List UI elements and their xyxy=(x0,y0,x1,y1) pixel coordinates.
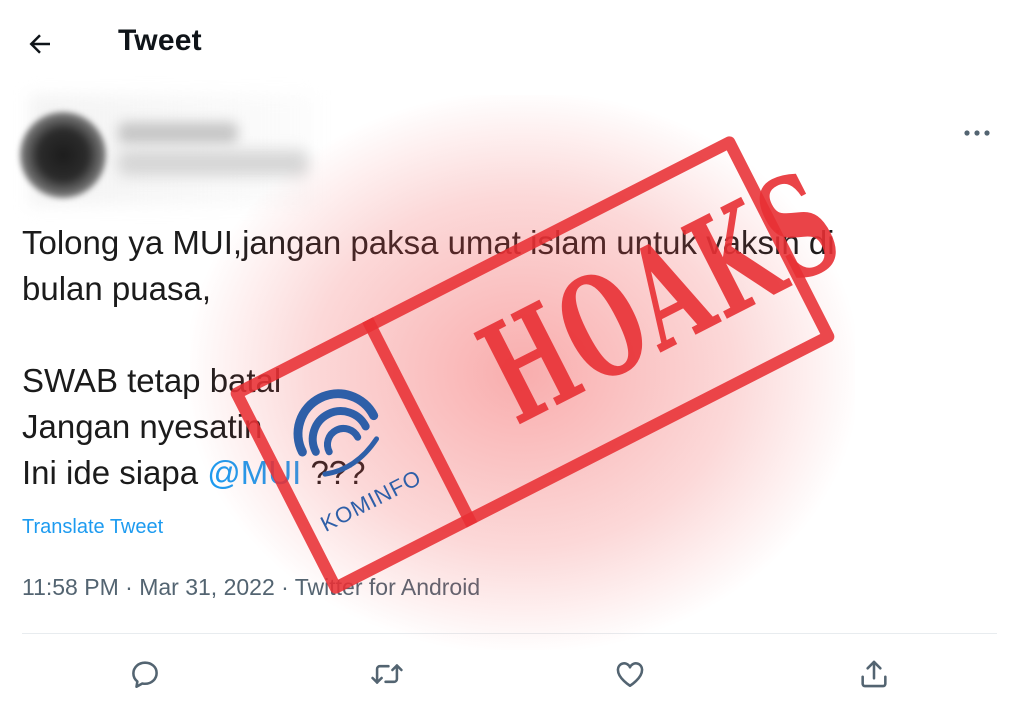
translate-tweet-link[interactable]: Translate Tweet xyxy=(22,516,163,539)
tweet-date[interactable]: Mar 31, 2022 xyxy=(139,574,275,600)
tweet-time[interactable]: 11:58 PM xyxy=(22,574,119,600)
tweet-line-suffix: ??? xyxy=(301,454,366,491)
heart-icon xyxy=(616,662,644,688)
reply-icon xyxy=(132,661,158,689)
reply-button[interactable] xyxy=(123,652,167,696)
tweet-line-gap xyxy=(22,312,1012,358)
like-button[interactable] xyxy=(608,652,652,696)
tweet-text: Tolong ya MUI,jangan paksa umat islam un… xyxy=(22,220,1012,496)
avatar[interactable] xyxy=(20,112,106,198)
author-handle-redacted xyxy=(118,150,308,176)
back-button[interactable] xyxy=(22,26,58,62)
meta-separator: · xyxy=(274,574,295,600)
author-name-redacted[interactable] xyxy=(118,122,238,144)
meta-separator: · xyxy=(118,574,140,600)
more-options-button[interactable] xyxy=(955,118,999,148)
tweet-source[interactable]: Twitter for Android xyxy=(295,574,480,600)
share-button[interactable] xyxy=(852,652,896,696)
top-bar: Tweet xyxy=(0,0,1024,88)
mention-link[interactable]: @MUI xyxy=(207,454,301,491)
tweet-line: Jangan nyesatin xyxy=(22,408,263,445)
tweet-line: bulan puasa, xyxy=(22,270,211,307)
retweet-button[interactable] xyxy=(365,652,409,696)
tweet-line: SWAB tetap batal xyxy=(22,362,282,399)
more-horizontal-icon xyxy=(964,130,990,136)
divider xyxy=(22,633,997,634)
tweet-line: Tolong ya MUI,jangan paksa umat islam un… xyxy=(22,224,835,261)
page-title: Tweet xyxy=(118,24,202,57)
tweet-line-prefix: Ini ide siapa xyxy=(22,454,208,491)
tweet-meta: 11:58 PM · Mar 31, 2022 · Twitter for An… xyxy=(22,574,480,601)
arrow-left-icon xyxy=(29,34,50,54)
retweet-icon xyxy=(371,664,403,684)
tweet-line-last: Ini ide siapa @MUI ??? xyxy=(22,450,1012,496)
share-icon xyxy=(861,660,887,688)
